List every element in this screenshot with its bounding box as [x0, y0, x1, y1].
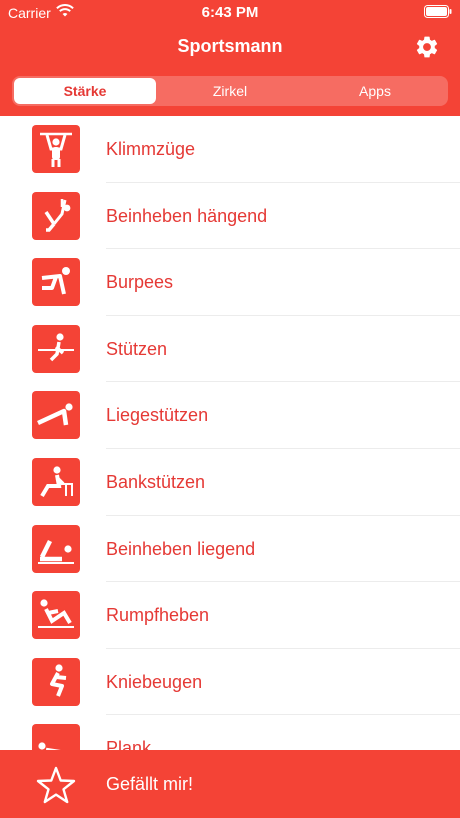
- list-item[interactable]: Stützen: [0, 316, 460, 383]
- list-item[interactable]: Rumpfheben: [0, 582, 460, 649]
- list-item[interactable]: Bankstützen: [0, 449, 460, 516]
- list-item-label: Bankstützen: [106, 471, 206, 492]
- list-item-label: Plank: [106, 738, 152, 750]
- pullup-icon: [32, 125, 80, 173]
- like-button-label: Gefällt mir!: [106, 774, 194, 794]
- list-item-label: Stützen: [106, 338, 168, 359]
- status-time: 6:43 PM: [201, 4, 259, 21]
- hanging-leg-raise-icon: [32, 191, 80, 240]
- list-item-label: Beinheben hängend: [106, 205, 268, 226]
- star-icon: [36, 766, 76, 804]
- burpee-icon: [32, 258, 80, 307]
- list-item-label: Rumpfheben: [106, 605, 210, 626]
- like-button[interactable]: Gefällt mir!: [0, 750, 460, 818]
- list-item[interactable]: Beinheben liegend: [0, 516, 460, 583]
- list-item-label: Beinheben liegend: [106, 538, 256, 559]
- nav-title: Sportsmann: [177, 36, 283, 56]
- list-item[interactable]: Klimmzüge: [0, 116, 460, 183]
- list-item-label: Liegestützen: [106, 405, 209, 426]
- list-item-label: Kniebeugen: [106, 671, 203, 692]
- list-item-label: Burpees: [106, 272, 174, 293]
- squat-icon: [32, 657, 80, 706]
- tab-apps[interactable]: Apps: [304, 78, 446, 104]
- list-item[interactable]: Plank: [0, 715, 460, 750]
- plank-icon: [32, 724, 80, 750]
- segmented-control: Stärke Zirkel Apps: [12, 76, 448, 106]
- tab-zirkel[interactable]: Zirkel: [159, 78, 301, 104]
- list-item-label: Klimmzüge: [106, 139, 196, 159]
- tab-staerke[interactable]: Stärke: [14, 78, 156, 104]
- app-header: Carrier 6:43 PM Sportsmann Stärke Zirkel…: [0, 0, 460, 116]
- list-item[interactable]: Kniebeugen: [0, 649, 460, 716]
- list-item[interactable]: Beinheben hängend: [0, 183, 460, 250]
- pushup-icon: [32, 391, 80, 440]
- battery-icon: [424, 5, 452, 18]
- list-item[interactable]: Liegestützen: [0, 382, 460, 449]
- gear-icon[interactable]: [414, 34, 440, 60]
- list-item[interactable]: Burpees: [0, 249, 460, 316]
- dip-icon: [32, 324, 80, 373]
- exercise-list: Klimmzüge Beinheben hängend Burpees Stüt…: [0, 116, 460, 750]
- lying-leg-raise-icon: [32, 524, 80, 573]
- situp-icon: [32, 591, 80, 640]
- status-bar: Carrier 6:43 PM: [0, 0, 460, 26]
- bench-dip-icon: [32, 457, 80, 506]
